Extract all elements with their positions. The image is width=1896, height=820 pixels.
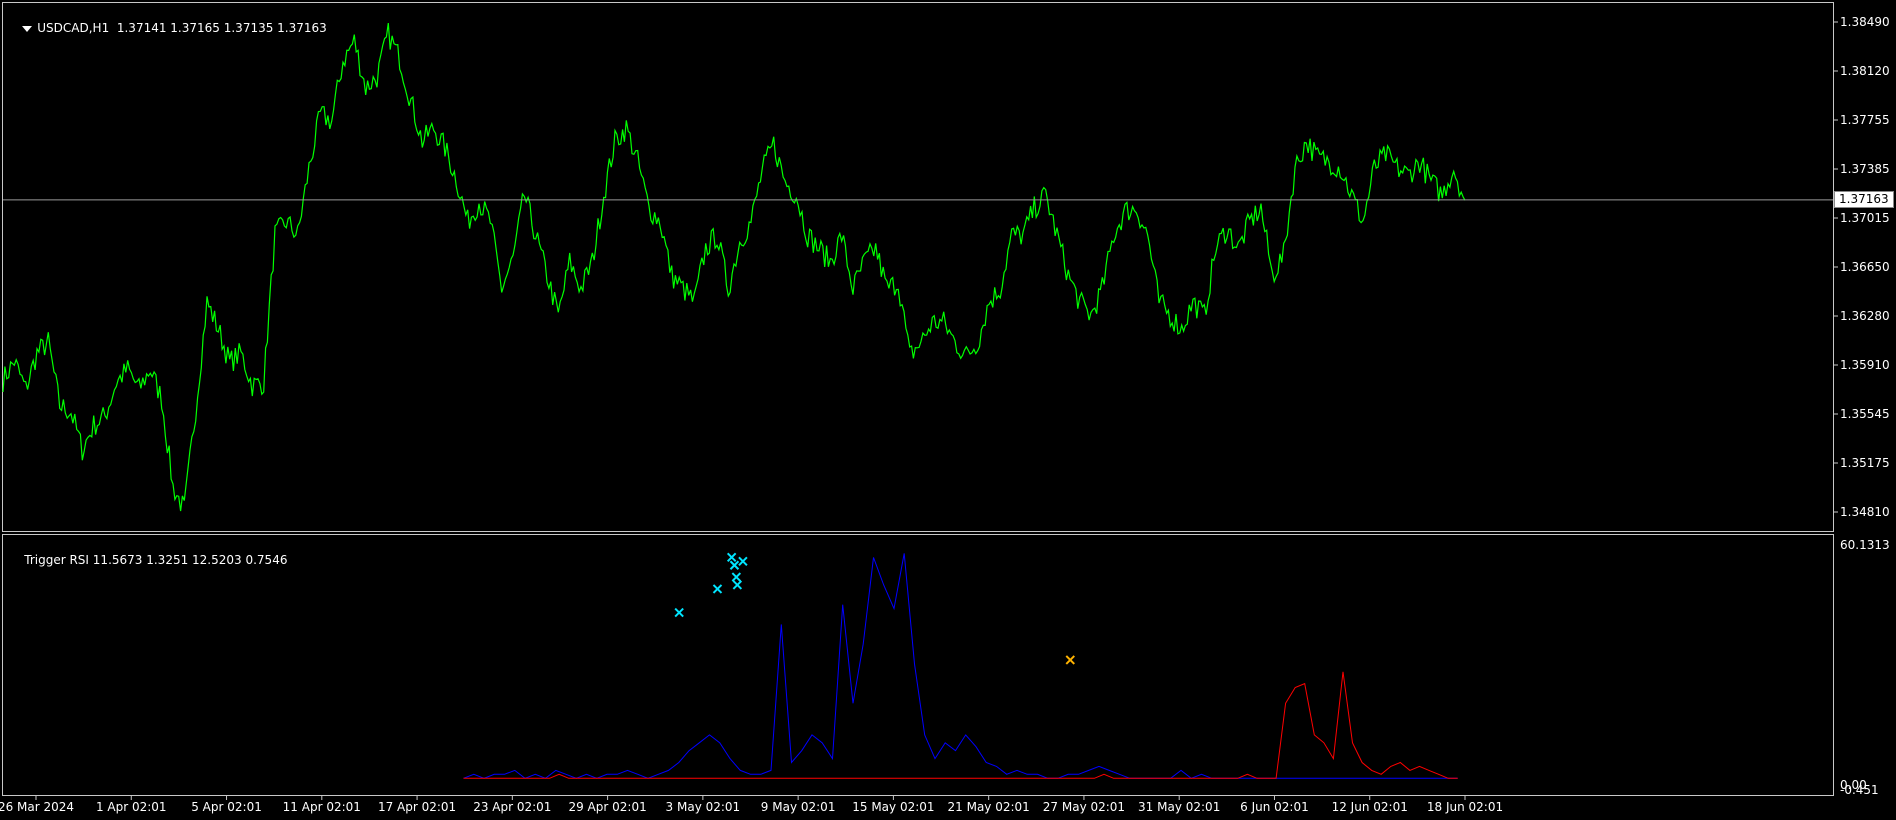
time-axis-tick-label: 23 Apr 02:01 — [473, 800, 552, 814]
price-axis-tick-label: 1.37385 — [1840, 162, 1890, 176]
indicator-red-line — [463, 671, 1458, 779]
time-axis-tick-label: 12 Jun 02:01 — [1331, 800, 1408, 814]
time-axis-tick-label: 11 Apr 02:01 — [282, 800, 361, 814]
indicator-y-min-label: -0.451 — [1840, 783, 1879, 797]
chart-canvas — [2, 21, 1838, 800]
price-axis-tick-label: 1.34810 — [1840, 505, 1890, 519]
price-axis-tick-label: 1.35545 — [1840, 407, 1890, 421]
price-axis-tick-label: 1.38120 — [1840, 64, 1890, 78]
current-price-box: 1.37163 — [1834, 191, 1894, 208]
time-axis-tick-label: 21 May 02:01 — [947, 800, 1030, 814]
price-axis-tick-label: 1.36280 — [1840, 309, 1890, 323]
time-axis-tick-label: 3 May 02:01 — [665, 800, 741, 814]
signal-marker — [726, 552, 737, 563]
time-axis-tick-label: 5 Apr 02:01 — [191, 800, 262, 814]
time-axis-tick-label: 31 May 02:01 — [1138, 800, 1221, 814]
signal-marker — [712, 584, 723, 594]
price-axis-tick-label: 1.37755 — [1840, 113, 1890, 127]
price-axis-tick-label: 1.35175 — [1840, 456, 1890, 470]
indicator-blue-line — [463, 553, 1458, 779]
time-axis-tick-label: 1 Apr 02:01 — [95, 800, 167, 814]
price-series-line — [2, 23, 1466, 512]
signal-marker — [674, 607, 684, 618]
signal-marker — [1065, 655, 1075, 665]
signal-marker — [732, 580, 743, 590]
time-axis-tick-label: 27 May 02:01 — [1042, 800, 1126, 814]
time-axis-tick-label: 15 May 02:01 — [852, 800, 935, 814]
time-axis-tick-label: 26 Mar 2024 — [0, 800, 75, 814]
signal-marker — [738, 556, 748, 567]
time-axis-tick-label: 18 Jun 02:01 — [1426, 800, 1504, 814]
time-axis-tick-label: 29 Apr 02:01 — [568, 800, 647, 814]
signal-marker — [729, 560, 740, 570]
indicator-y-max-label: 60.1313 — [1840, 538, 1890, 552]
price-axis-tick-label: 1.38490 — [1840, 15, 1890, 29]
time-axis-tick-label: 6 Jun 02:01 — [1240, 800, 1309, 814]
time-axis-tick-label: 9 May 02:01 — [760, 800, 836, 814]
price-axis-tick-label: 1.37015 — [1840, 211, 1890, 225]
time-axis-tick-label: 17 Apr 02:01 — [377, 800, 457, 814]
price-axis-tick-label: 1.35910 — [1840, 358, 1890, 372]
signal-marker — [731, 572, 742, 582]
price-axis-tick-label: 1.36650 — [1840, 260, 1890, 274]
